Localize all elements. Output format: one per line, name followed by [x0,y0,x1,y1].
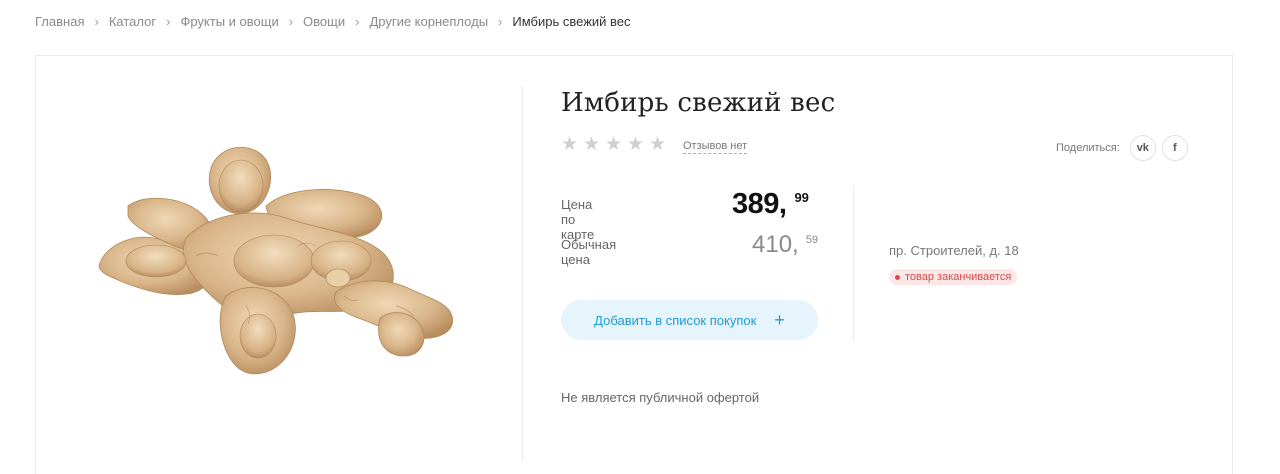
facebook-share-button[interactable]: f [1161,135,1188,161]
breadcrumb-fruits-vegetables[interactable]: Фрукты и овощи [180,14,278,29]
star-icon[interactable]: ★ [649,135,667,154]
card-price-integer: 389, [732,188,787,220]
star-icon[interactable]: ★ [561,135,579,154]
stock-status-badge: товар заканчивается [889,269,1018,285]
breadcrumb-home[interactable]: Главная [35,14,84,29]
breadcrumb-catalog[interactable]: Каталог [109,14,156,29]
product-title: Имбирь свежий вес [561,88,836,118]
vk-share-button[interactable]: vk [1129,135,1156,161]
star-icon[interactable]: ★ [627,135,645,154]
disclaimer-text: Не является публичной офертой [561,390,760,405]
reviews-link[interactable]: Отзывов нет [683,140,748,154]
status-dot-icon [895,274,900,280]
store-address[interactable]: пр. Строителей, д. 18 [889,243,1019,258]
column-divider [522,86,523,461]
product-card: Имбирь свежий вес ★ ★ ★ ★ ★ Отзывов нет … [35,55,1233,474]
add-button-label: Добавить в список покупок [594,312,757,328]
breadcrumb-vegetables[interactable]: Овощи [303,14,345,29]
breadcrumb-other-roots[interactable]: Другие корнеплоды [369,14,488,29]
card-price-fraction: 99 [794,190,809,205]
facebook-icon: f [1172,142,1177,154]
product-image[interactable] [36,56,522,461]
vk-icon: vk [1136,142,1149,154]
chevron-right-icon: › [166,14,171,29]
ginger-image [98,146,453,375]
card-price: 389, 99 [732,187,809,221]
price-divider [853,186,854,341]
chevron-right-icon: › [498,14,503,29]
plus-icon: + [774,310,785,330]
regular-price-integer: 410, [752,231,799,258]
chevron-right-icon: › [355,14,360,29]
regular-price: 410, 59 [752,231,818,259]
share-block: Поделиться: vk f [1056,135,1188,161]
star-icon[interactable]: ★ [605,135,623,154]
card-price-label: Цена по карте [561,197,595,242]
chevron-right-icon: › [288,14,294,29]
breadcrumb-current: Имбирь свежий вес [512,14,631,29]
share-label: Поделиться: [1056,142,1120,154]
rating-stars[interactable]: ★ ★ ★ ★ ★ [561,135,667,154]
regular-price-label: Обычная цена [561,237,617,267]
stock-status-text: товар заканчивается [905,271,1012,283]
add-to-shopping-list-button[interactable]: Добавить в список покупок + [561,300,818,340]
chevron-right-icon: › [94,14,99,29]
breadcrumb: Главная › Каталог › Фрукты и овощи › Ово… [35,14,631,29]
star-icon[interactable]: ★ [583,135,601,154]
regular-price-fraction: 59 [805,234,818,246]
